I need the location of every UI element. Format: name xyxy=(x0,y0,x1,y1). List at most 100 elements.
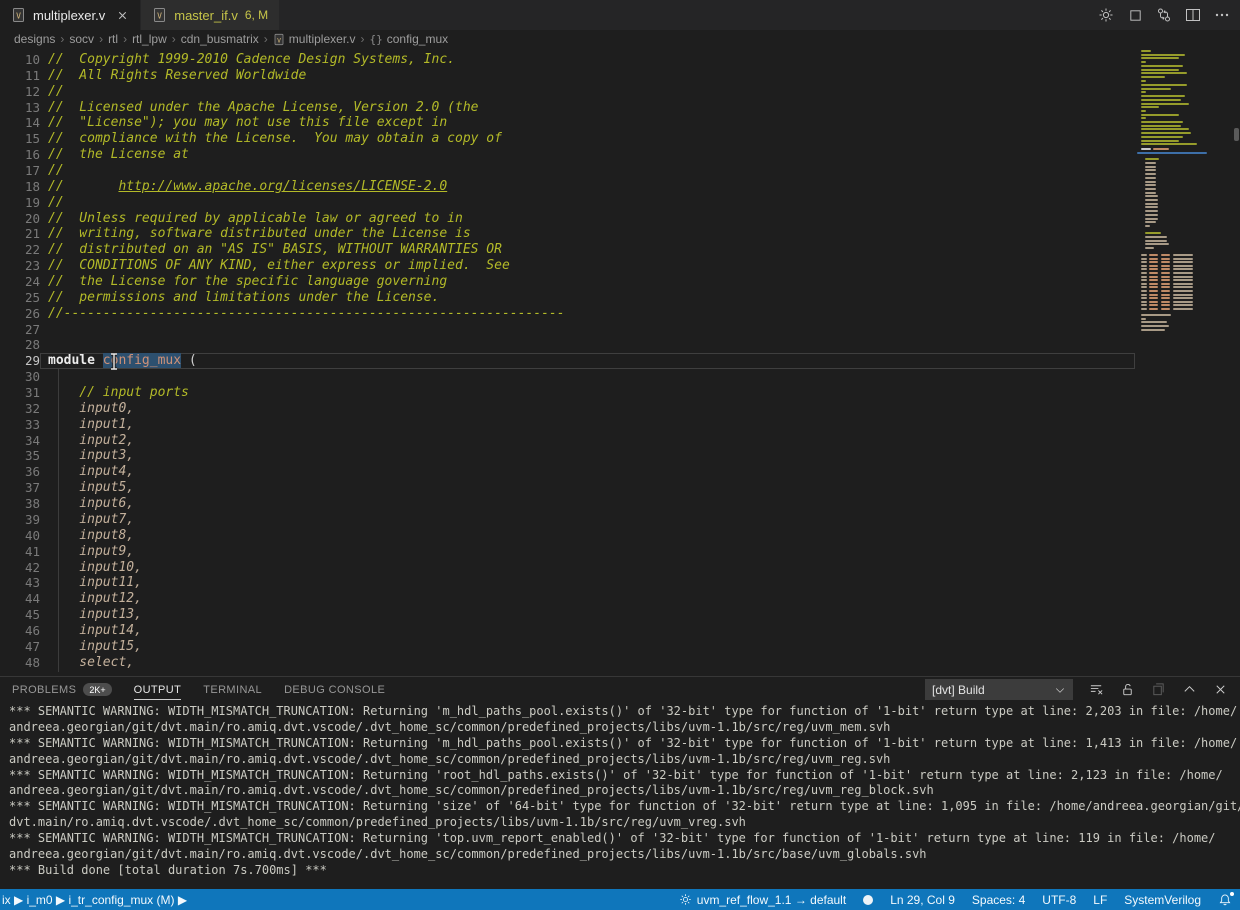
code-line[interactable]: 33 input1, xyxy=(0,417,1135,433)
code-line[interactable]: 30 xyxy=(0,369,1135,385)
minimap[interactable] xyxy=(1137,50,1207,390)
close-panel-icon[interactable] xyxy=(1212,682,1228,698)
minimap-bar xyxy=(1145,218,1158,220)
minimap-bar xyxy=(1141,140,1179,142)
gear-icon[interactable] xyxy=(1098,7,1114,23)
stop-square-icon[interactable] xyxy=(1127,7,1143,23)
breadcrumb-item[interactable]: socv xyxy=(69,32,94,46)
breadcrumb-item[interactable]: rtl xyxy=(108,32,118,46)
status-bar: ix ▶ i_m0 ▶ i_tr_config_mux (M) ▶ uvm_re… xyxy=(0,889,1240,910)
code-editor[interactable]: 10// Copyright 1999-2010 Cadence Design … xyxy=(0,48,1240,676)
line-number: 31 xyxy=(0,385,40,401)
code-line[interactable]: 22// distributed on an "AS IS" BASIS, WI… xyxy=(0,242,1135,258)
breadcrumb-item-symbol[interactable]: {} config_mux xyxy=(370,32,449,46)
open-changes-icon[interactable] xyxy=(1156,7,1172,23)
code-line[interactable]: 16// the License at xyxy=(0,147,1135,163)
project-status[interactable]: uvm_ref_flow_1.1 → default xyxy=(679,893,846,907)
close-tab-icon[interactable] xyxy=(116,9,129,22)
breadcrumb-item[interactable]: designs xyxy=(14,32,55,46)
code-line[interactable]: 35 input3, xyxy=(0,448,1135,464)
code-line[interactable]: 13// Licensed under the Apache License, … xyxy=(0,100,1135,116)
minimap-bar xyxy=(1149,265,1158,267)
line-number: 25 xyxy=(0,290,40,306)
code-line[interactable]: 15// compliance with the License. You ma… xyxy=(0,131,1135,147)
code-line[interactable]: 31 // input ports xyxy=(0,385,1135,401)
output-line: andreea.georgian/git/dvt.main/ro.amiq.dv… xyxy=(9,783,1240,799)
code-line[interactable]: 19// xyxy=(0,195,1135,211)
code-line[interactable]: 34 input2, xyxy=(0,433,1135,449)
indentation-setting[interactable]: Spaces: 4 xyxy=(972,893,1025,907)
code-line[interactable]: 26//------------------------------------… xyxy=(0,306,1135,322)
more-actions-icon[interactable] xyxy=(1214,7,1230,23)
encoding-setting[interactable]: UTF-8 xyxy=(1042,893,1076,907)
license-url-link[interactable]: http://www.apache.org/licenses/LICENSE-2… xyxy=(118,179,447,194)
output-console[interactable]: *** SEMANTIC WARNING: WIDTH_MISMATCH_TRU… xyxy=(0,704,1240,889)
code-line[interactable]: 20// Unless required by applicable law o… xyxy=(0,211,1135,227)
scrollbar-handle[interactable] xyxy=(1234,128,1239,141)
cursor-position[interactable]: Ln 29, Col 9 xyxy=(890,893,955,907)
code-line[interactable]: 18// http://www.apache.org/licenses/LICE… xyxy=(0,179,1135,195)
code-line[interactable]: 46 input14, xyxy=(0,623,1135,639)
minimap-bar xyxy=(1141,321,1167,323)
code-line[interactable]: 41 input9, xyxy=(0,544,1135,560)
minimap-bar xyxy=(1149,268,1158,270)
code-line[interactable]: 11// All Rights Reserved Worldwide xyxy=(0,68,1135,84)
code-line[interactable]: 28 xyxy=(0,337,1135,353)
status-circle-icon[interactable] xyxy=(863,895,873,905)
code-line[interactable]: 48 select, xyxy=(0,655,1135,671)
code-line[interactable]: 14// "License"); you may not use this fi… xyxy=(0,115,1135,131)
code-text: input5, xyxy=(40,480,1135,496)
maximize-panel-chevron-up-icon[interactable] xyxy=(1181,682,1197,698)
code-line[interactable]: 24// the License for the specific langua… xyxy=(0,274,1135,290)
eol-setting[interactable]: LF xyxy=(1093,893,1107,907)
minimap-bar xyxy=(1173,265,1193,267)
code-line[interactable]: 47 input15, xyxy=(0,639,1135,655)
code-line[interactable]: 17// xyxy=(0,163,1135,179)
unlock-icon[interactable] xyxy=(1119,682,1135,698)
verilog-file-icon: V xyxy=(273,33,285,46)
code-line[interactable]: 25// permissions and limitations under t… xyxy=(0,290,1135,306)
code-line[interactable]: 12// xyxy=(0,84,1135,100)
code-line[interactable]: 37 input5, xyxy=(0,480,1135,496)
tab-problems[interactable]: PROBLEMS 2K+ xyxy=(12,677,112,702)
code-line[interactable]: 45 input13, xyxy=(0,607,1135,623)
code-line[interactable]: 32 input0, xyxy=(0,401,1135,417)
code-line[interactable]: 10// Copyright 1999-2010 Cadence Design … xyxy=(0,52,1135,68)
code-line[interactable]: 29module config_mux ( xyxy=(0,353,1135,369)
code-line[interactable]: 39 input7, xyxy=(0,512,1135,528)
code-text: input15, xyxy=(40,639,1135,655)
breadcrumb-item-file[interactable]: V multiplexer.v xyxy=(273,32,356,46)
line-number: 26 xyxy=(0,306,40,322)
minimap-bar xyxy=(1145,210,1158,212)
code-text: input9, xyxy=(40,544,1135,560)
minimap-bar xyxy=(1141,290,1147,292)
code-line[interactable]: 27 xyxy=(0,322,1135,338)
language-mode[interactable]: SystemVerilog xyxy=(1124,893,1201,907)
output-line: *** Build done [total duration 7s.700ms]… xyxy=(9,863,1240,879)
tab-master-if-v[interactable]: V master_if.v 6, M xyxy=(141,0,279,30)
tab-debug-console[interactable]: DEBUG CONSOLE xyxy=(284,677,385,702)
breadcrumb-item[interactable]: rtl_lpw xyxy=(132,32,167,46)
notifications-bell-icon[interactable] xyxy=(1218,893,1232,907)
tab-output[interactable]: OUTPUT xyxy=(134,677,182,702)
code-line[interactable]: 44 input12, xyxy=(0,591,1135,607)
output-channel-select[interactable]: [dvt] Build xyxy=(925,679,1073,700)
minimap-bar xyxy=(1149,286,1158,288)
design-hierarchy-breadcrumb[interactable]: ix ▶ i_m0 ▶ i_tr_config_mux (M) ▶ xyxy=(2,893,187,907)
code-line[interactable]: 42 input10, xyxy=(0,560,1135,576)
minimap-bar xyxy=(1161,286,1170,288)
code-line[interactable]: 23// CONDITIONS OF ANY KIND, either expr… xyxy=(0,258,1135,274)
line-number: 38 xyxy=(0,496,40,512)
tab-multiplexer-v[interactable]: V multiplexer.v xyxy=(0,0,140,30)
breadcrumb-item[interactable]: cdn_busmatrix xyxy=(181,32,259,46)
clear-output-icon[interactable] xyxy=(1088,682,1104,698)
split-editor-icon[interactable] xyxy=(1185,7,1201,23)
tab-terminal[interactable]: TERMINAL xyxy=(203,677,262,702)
code-line[interactable]: 43 input11, xyxy=(0,575,1135,591)
code-line[interactable]: 21// writing, software distributed under… xyxy=(0,226,1135,242)
tab-label: multiplexer.v xyxy=(33,8,105,23)
code-line[interactable]: 36 input4, xyxy=(0,464,1135,480)
code-line[interactable]: 38 input6, xyxy=(0,496,1135,512)
breadcrumb-file-label: multiplexer.v xyxy=(289,32,356,46)
code-line[interactable]: 40 input8, xyxy=(0,528,1135,544)
